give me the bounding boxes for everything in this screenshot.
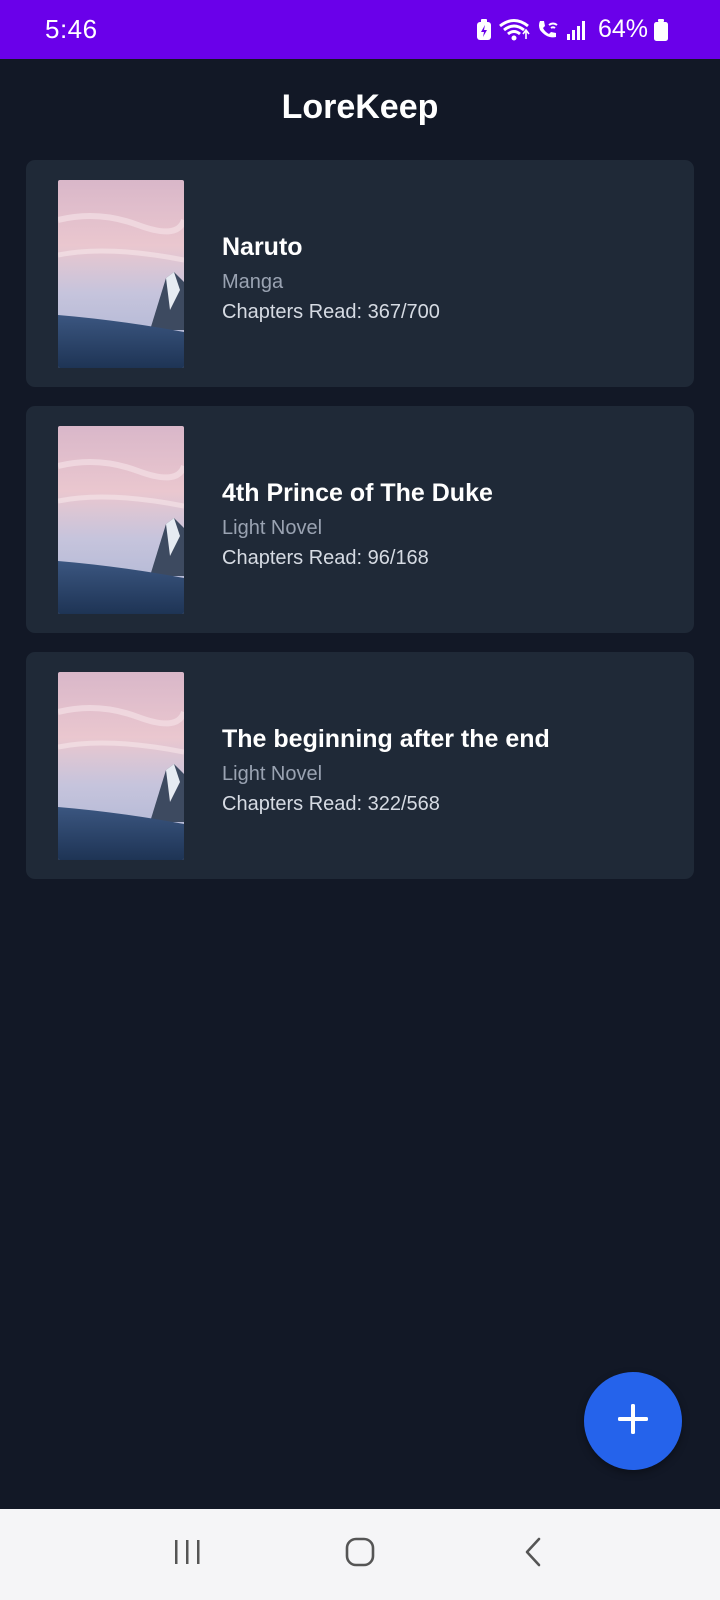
book-type: Light Novel: [222, 517, 323, 539]
recent-apps-button[interactable]: [157, 1525, 217, 1585]
book-card[interactable]: Naruto Manga Chapters Read: 367/700: [26, 160, 694, 387]
book-cover: [58, 672, 184, 860]
home-button[interactable]: [330, 1525, 390, 1585]
system-nav-bar: [0, 1509, 720, 1600]
back-icon: [521, 1536, 545, 1573]
plus-icon: [616, 1402, 650, 1441]
book-card[interactable]: The beginning after the end Light Novel …: [26, 652, 694, 879]
home-icon: [344, 1536, 376, 1573]
recent-apps-icon: [172, 1538, 202, 1571]
wifi-calling-icon: [536, 18, 560, 42]
back-button[interactable]: [503, 1525, 563, 1585]
book-cover: [58, 426, 184, 614]
wifi-icon: [498, 18, 530, 42]
book-type: Manga: [222, 271, 284, 293]
chapters-read: Chapters Read: 367/700: [222, 301, 440, 323]
app-title: LoreKeep: [281, 88, 439, 126]
add-book-button[interactable]: [584, 1372, 682, 1470]
status-bar: 5:46 64%: [0, 0, 720, 59]
battery-icon: [654, 18, 668, 41]
battery-saver-icon: [476, 18, 492, 41]
book-title: The beginning after the end: [222, 725, 550, 753]
book-title: Naruto: [222, 233, 303, 261]
book-type: Light Novel: [222, 763, 323, 785]
book-card[interactable]: 4th Prince of The Duke Light Novel Chapt…: [26, 406, 694, 633]
signal-icon: [566, 19, 588, 41]
chapters-read: Chapters Read: 96/168: [222, 547, 429, 569]
battery-percentage: 64%: [597, 15, 648, 43]
status-time: 5:46: [45, 14, 98, 44]
book-title: 4th Prince of The Duke: [222, 479, 493, 507]
book-info: The beginning after the end Light Novel …: [222, 724, 550, 816]
status-icons: 64%: [476, 15, 668, 44]
book-info: Naruto Manga Chapters Read: 367/700: [222, 232, 440, 324]
book-info: 4th Prince of The Duke Light Novel Chapt…: [222, 478, 493, 570]
chapters-read: Chapters Read: 322/568: [222, 793, 440, 815]
book-cover: [58, 180, 184, 368]
